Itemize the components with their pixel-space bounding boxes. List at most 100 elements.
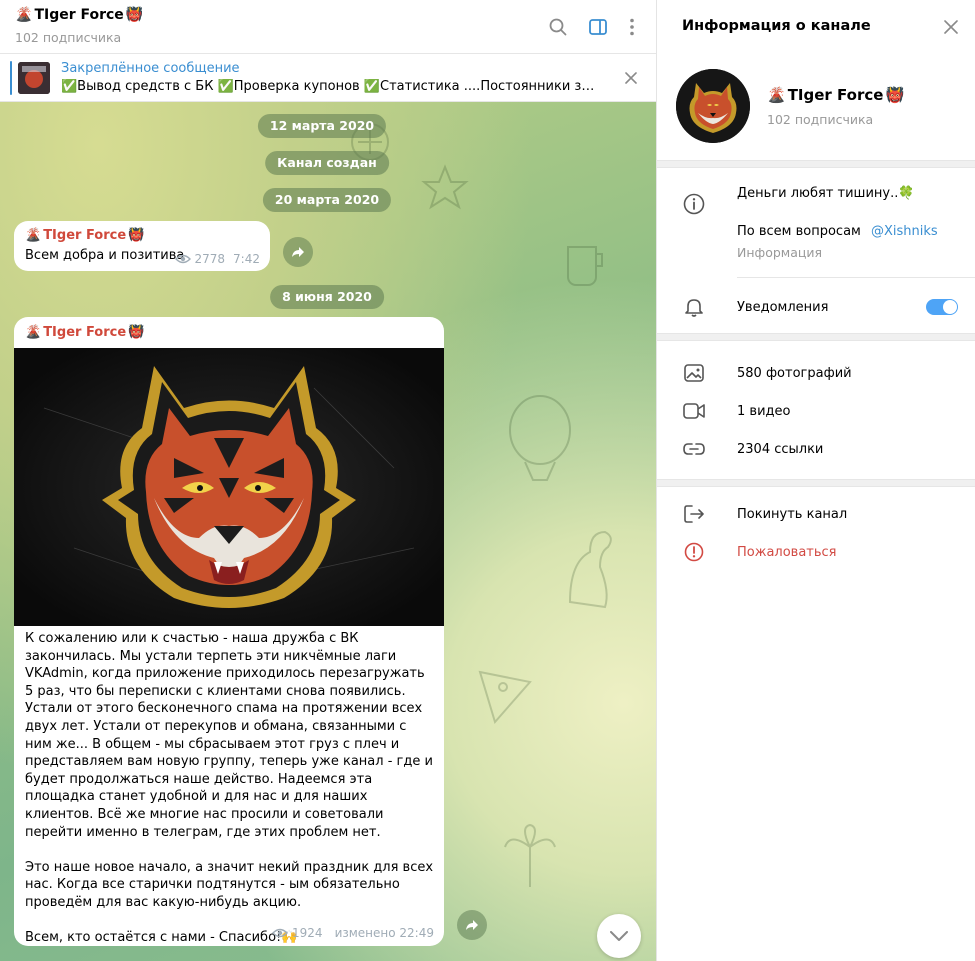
date-separator: 20 марта 2020 [262,188,392,212]
volcano-emoji-icon: 🌋 [25,228,42,243]
videos-row[interactable]: 1 видео [657,394,975,428]
channel-name-text: TIger Force [787,86,884,104]
leave-channel-label: Покинуть канал [737,506,848,522]
avatar[interactable] [676,69,750,143]
search-button[interactable] [543,12,573,42]
cup-doodle-icon [567,246,603,286]
views-eye-icon [174,254,191,264]
pinned-text: ✅Вывод средств с БК ✅Проверка купонов ✅С… [61,79,601,94]
link-icon [683,443,705,455]
row-divider [737,277,975,278]
message-author[interactable]: 🌋 TIger Force 👹 [25,325,144,340]
message-meta: 2778 7:42 [174,252,260,266]
author-name: TIger Force [43,325,127,340]
message-time: 7:42 [233,252,260,266]
info-icon [683,193,705,215]
more-menu-button[interactable] [617,12,647,42]
close-icon [625,72,637,84]
search-icon [549,18,567,36]
photos-count: 580 фотографий [737,365,852,381]
more-vertical-icon [630,18,634,36]
author-name: TIger Force [43,228,127,243]
volcano-emoji-icon: 🌋 [25,325,42,340]
message-meta: 1924 изменено 22:49 [272,926,434,940]
pinned-title: Закреплённое сообщение [61,61,240,76]
chat-title[interactable]: 🌋 TIger Force 👹 [15,7,143,23]
photo-icon-wrap [681,360,707,386]
chat-panel: 🌋 TIger Force 👹 102 подписчика Закреплён… [0,0,656,961]
volcano-emoji-icon: 🌋 [15,7,33,23]
report-label: Пожаловаться [737,544,837,560]
channel-info-panel: Информация о канале 🌋 TIger Force 👹 102 … [656,0,975,961]
video-icon [683,403,705,419]
photo-icon [684,364,704,382]
pinned-message-bar[interactable]: Закреплённое сообщение ✅Вывод средств с … [0,55,656,102]
toggle-sidebar-button[interactable] [583,12,613,42]
scroll-to-bottom-button[interactable] [597,914,641,958]
views-count: 1924 [292,926,323,940]
chevron-down-icon [610,931,628,941]
bell-icon-wrap [681,294,707,320]
notifications-toggle[interactable] [926,299,958,315]
ogre-emoji-icon: 👹 [125,7,144,23]
section-divider [657,479,975,487]
info-icon-wrap [681,191,707,217]
section-divider [657,160,975,168]
views-eye-icon [272,928,289,938]
forward-arrow-icon [466,920,478,930]
videos-count: 1 видео [737,403,791,419]
warning-icon [684,542,704,562]
notifications-label: Уведомления [737,299,829,315]
pinned-accent-bar [10,61,12,95]
sidebar-icon [589,19,607,35]
message-edited-time: изменено 22:49 [334,926,434,940]
link-icon-wrap [681,436,707,462]
ogre-emoji-icon: 👹 [885,86,905,104]
service-message: Канал создан [265,151,389,175]
volcano-emoji-icon: 🌋 [767,86,786,104]
report-row[interactable]: Пожаловаться [657,535,975,569]
pinned-thumbnail [18,62,50,94]
ogre-emoji-icon: 👹 [128,228,145,243]
pizza-doodle-icon [478,670,532,725]
message-bubble[interactable]: 🌋 TIger Force 👹 Всем добра и позитива 27… [14,221,270,271]
forward-button[interactable] [283,237,313,267]
panel-title: Информация о канале [682,18,871,34]
palm-doodle-icon [504,823,556,887]
close-panel-button[interactable] [939,15,963,39]
leave-icon-wrap [681,501,707,527]
unpin-button[interactable] [620,67,642,89]
date-separator: 12 марта 2020 [257,114,387,138]
report-icon-wrap [681,539,707,565]
message-author[interactable]: 🌋 TIger Force 👹 [25,228,144,243]
views-count: 2778 [194,252,226,266]
tiger-logo-image [14,348,444,626]
toggle-knob [943,300,957,314]
leave-channel-row[interactable]: Покинуть канал [657,497,975,531]
channel-description[interactable]: Деньги любят тишину..🍀 [737,186,915,201]
tiger-avatar-image [676,69,750,143]
chat-header[interactable]: 🌋 TIger Force 👹 102 подписчика [0,0,656,54]
contact-link[interactable]: @Xishniks [871,224,938,239]
message-bubble[interactable]: 🌋 TIger Force 👹 К сожалению или к счасть… [14,317,444,946]
video-icon-wrap [681,398,707,424]
dino-doodle-icon [568,530,612,609]
ogre-emoji-icon: 👹 [128,325,145,340]
message-photo[interactable] [14,348,444,626]
links-row[interactable]: 2304 ссылки [657,432,975,466]
channel-name: 🌋 TIger Force 👹 [767,86,904,104]
channel-subscriber-count: 102 подписчика [767,112,874,127]
close-icon [944,20,958,34]
links-count: 2304 ссылки [737,441,824,457]
chat-subscriber-count: 102 подписчика [15,30,122,45]
forward-arrow-icon [292,247,304,257]
date-separator: 8 июня 2020 [270,285,384,309]
chat-title-text: TIger Force [34,7,124,23]
message-text: Всем добра и позитива [25,248,185,263]
forward-button[interactable] [457,910,487,940]
contact-prefix: По всем вопросам [737,224,861,239]
balloon-doodle-icon [509,395,571,481]
section-divider [657,333,975,341]
description-caption: Информация [737,245,823,260]
photos-row[interactable]: 580 фотографий [657,356,975,390]
